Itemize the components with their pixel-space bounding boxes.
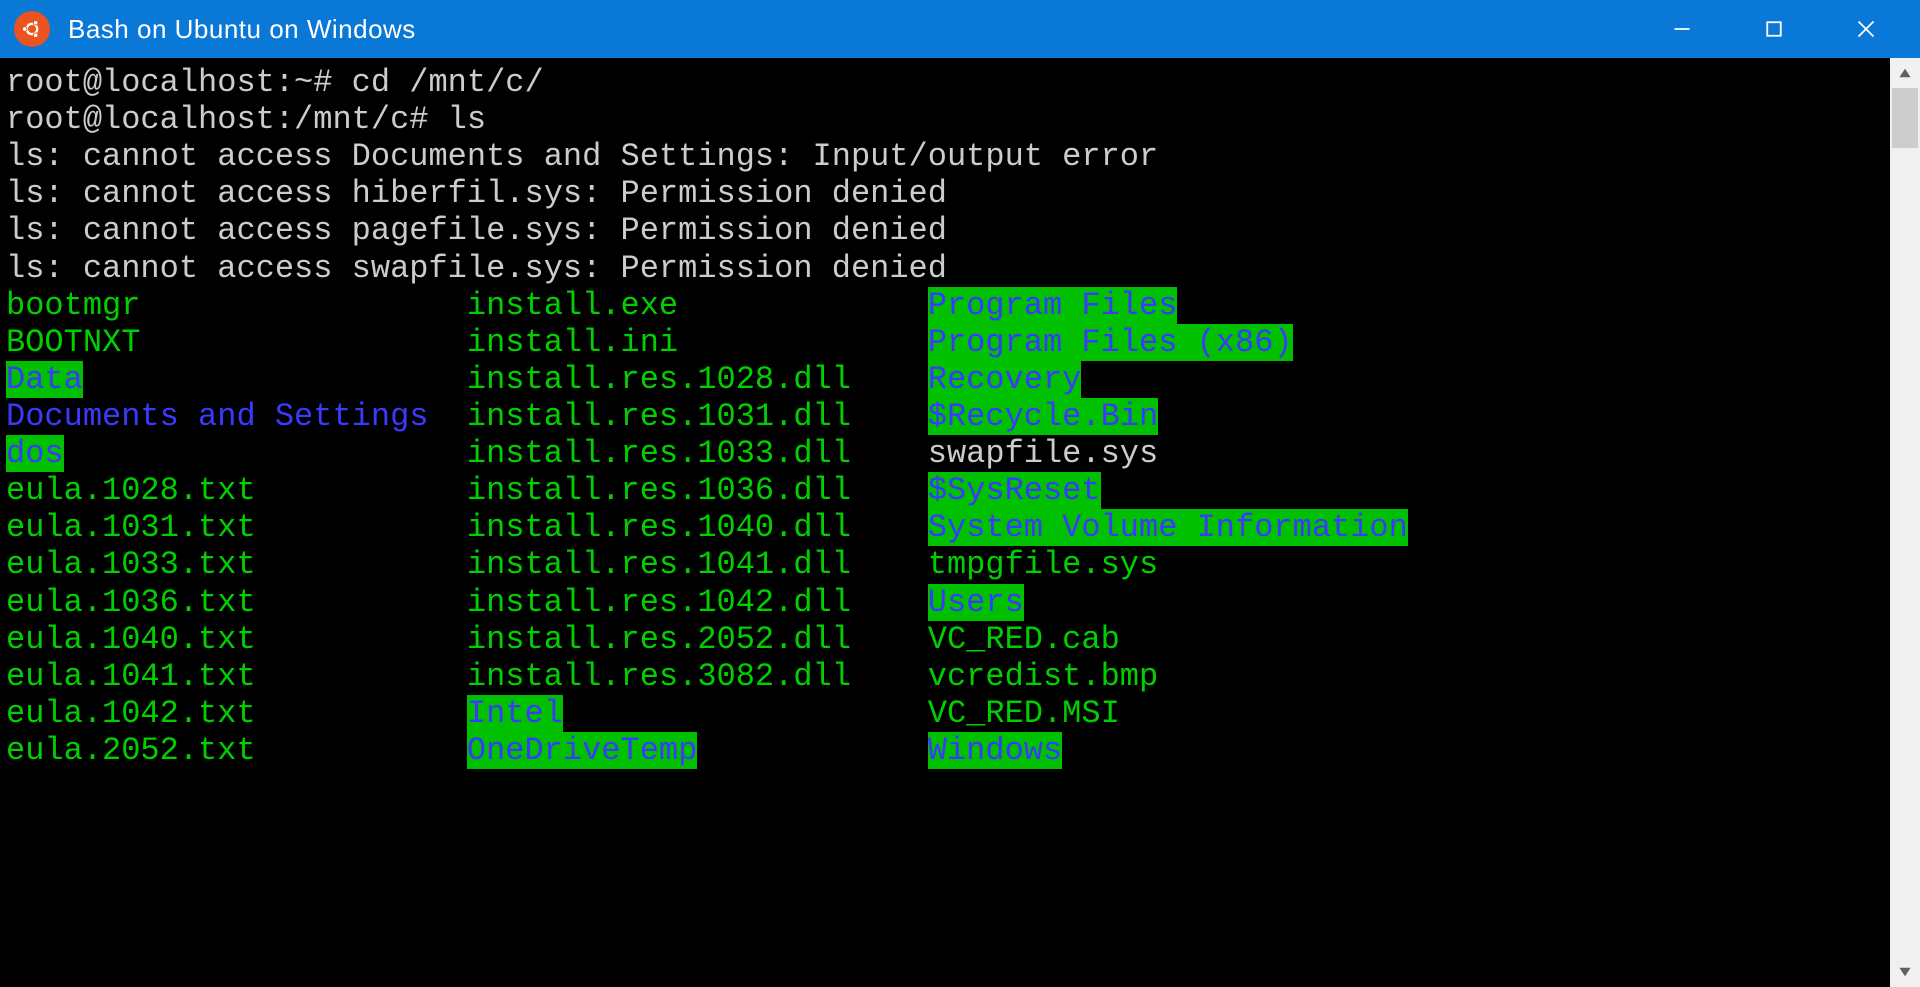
terminal-line: ls: cannot access pagefile.sys: Permissi…: [6, 212, 1890, 249]
window-controls: [1636, 0, 1912, 58]
column-spacer: [851, 361, 928, 398]
listing-row: eula.1033.txt install.res.1041.dll tmpgf…: [6, 546, 1890, 583]
listing-row: eula.1041.txt install.res.3082.dll vcred…: [6, 658, 1890, 695]
column-spacer: [851, 509, 928, 546]
listing-entry: System Volume Information: [928, 509, 1408, 546]
column-spacer: [851, 435, 928, 472]
column-spacer: [64, 435, 467, 472]
column-spacer: [140, 287, 466, 324]
listing-entry: Program Files: [928, 287, 1178, 324]
minimize-button[interactable]: [1636, 0, 1728, 58]
vertical-scrollbar[interactable]: [1890, 58, 1920, 987]
listing-row: eula.1036.txt install.res.1042.dll Users: [6, 584, 1890, 621]
terminal-line: root@localhost:~# cd /mnt/c/: [6, 64, 1890, 101]
listing-row: Documents and Settings install.res.1031.…: [6, 398, 1890, 435]
terminal-line: root@localhost:/mnt/c# ls: [6, 101, 1890, 138]
listing-entry: Windows: [928, 732, 1062, 769]
column-spacer: [697, 732, 927, 769]
column-spacer: [256, 546, 467, 583]
listing-entry: install.res.1040.dll: [467, 509, 851, 546]
listing-entry: BOOTNXT: [6, 324, 140, 361]
listing-row: eula.2052.txt OneDriveTemp Windows: [6, 732, 1890, 769]
listing-entry: install.res.3082.dll: [467, 658, 851, 695]
column-spacer: [256, 509, 467, 546]
terminal-line: ls: cannot access hiberfil.sys: Permissi…: [6, 175, 1890, 212]
column-spacer: [428, 398, 466, 435]
listing-row: BOOTNXT install.ini Program Files (x86): [6, 324, 1890, 361]
listing-entry: eula.1040.txt: [6, 621, 256, 658]
column-spacer: [256, 584, 467, 621]
listing-entry: eula.2052.txt: [6, 732, 256, 769]
listing-entry: install.res.2052.dll: [467, 621, 851, 658]
listing-entry: tmpgfile.sys: [928, 546, 1158, 583]
listing-entry: eula.1036.txt: [6, 584, 256, 621]
column-spacer: [83, 361, 467, 398]
listing-entry: eula.1041.txt: [6, 658, 256, 695]
listing-entry: install.res.1028.dll: [467, 361, 851, 398]
column-spacer: [851, 472, 928, 509]
listing-entry: install.res.1033.dll: [467, 435, 851, 472]
listing-entry: eula.1042.txt: [6, 695, 256, 732]
listing-row: eula.1028.txt install.res.1036.dll $SysR…: [6, 472, 1890, 509]
app-window: Bash on Ubuntu on Windows root@localhost…: [0, 0, 1920, 987]
listing-entry: Program Files (x86): [928, 324, 1293, 361]
listing-entry: OneDriveTemp: [467, 732, 697, 769]
column-spacer: [851, 658, 928, 695]
column-spacer: [256, 621, 467, 658]
column-spacer: [851, 546, 928, 583]
listing-entry: dos: [6, 435, 64, 472]
listing-row: eula.1031.txt install.res.1040.dll Syste…: [6, 509, 1890, 546]
listing-entry: install.res.1031.dll: [467, 398, 851, 435]
column-spacer: [851, 621, 928, 658]
maximize-button[interactable]: [1728, 0, 1820, 58]
listing-entry: Documents and Settings: [6, 398, 428, 435]
listing-entry: vcredist.bmp: [928, 658, 1158, 695]
ubuntu-icon: [14, 11, 50, 47]
listing-entry: $Recycle.Bin: [928, 398, 1158, 435]
listing-entry: install.res.1041.dll: [467, 546, 851, 583]
column-spacer: [678, 287, 928, 324]
listing-row: Data install.res.1028.dll Recovery: [6, 361, 1890, 398]
scroll-track[interactable]: [1890, 148, 1920, 957]
terminal-line: ls: cannot access swapfile.sys: Permissi…: [6, 250, 1890, 287]
listing-entry: Data: [6, 361, 83, 398]
listing-entry: eula.1028.txt: [6, 472, 256, 509]
column-spacer: [256, 732, 467, 769]
scroll-down-arrow-icon[interactable]: [1890, 957, 1920, 987]
title-bar[interactable]: Bash on Ubuntu on Windows: [0, 0, 1920, 58]
window-title: Bash on Ubuntu on Windows: [68, 14, 1636, 45]
close-button[interactable]: [1820, 0, 1912, 58]
listing-entry: Users: [928, 584, 1024, 621]
listing-entry: VC_RED.cab: [928, 621, 1120, 658]
listing-entry: install.res.1036.dll: [467, 472, 851, 509]
listing-entry: Recovery: [928, 361, 1082, 398]
listing-entry: install.ini: [467, 324, 678, 361]
column-spacer: [140, 324, 466, 361]
listing-entry: eula.1033.txt: [6, 546, 256, 583]
client-area: root@localhost:~# cd /mnt/c/root@localho…: [0, 58, 1920, 987]
listing-row: bootmgr install.exe Program Files: [6, 287, 1890, 324]
scroll-up-arrow-icon[interactable]: [1890, 58, 1920, 88]
column-spacer: [256, 658, 467, 695]
listing-entry: VC_RED.MSI: [928, 695, 1120, 732]
listing-row: eula.1040.txt install.res.2052.dll VC_RE…: [6, 621, 1890, 658]
listing-entry: bootmgr: [6, 287, 140, 324]
column-spacer: [256, 695, 467, 732]
column-spacer: [563, 695, 928, 732]
listing-entry: $SysReset: [928, 472, 1101, 509]
column-spacer: [256, 472, 467, 509]
listing-entry: install.res.1042.dll: [467, 584, 851, 621]
listing-row: eula.1042.txt Intel VC_RED.MSI: [6, 695, 1890, 732]
column-spacer: [851, 398, 928, 435]
terminal-line: ls: cannot access Documents and Settings…: [6, 138, 1890, 175]
terminal-output[interactable]: root@localhost:~# cd /mnt/c/root@localho…: [0, 58, 1890, 987]
column-spacer: [851, 584, 928, 621]
listing-entry: swapfile.sys: [928, 435, 1158, 472]
scroll-thumb[interactable]: [1892, 88, 1918, 148]
listing-entry: install.exe: [467, 287, 678, 324]
listing-entry: eula.1031.txt: [6, 509, 256, 546]
column-spacer: [678, 324, 928, 361]
listing-row: dos install.res.1033.dll swapfile.sys: [6, 435, 1890, 472]
listing-entry: Intel: [467, 695, 563, 732]
